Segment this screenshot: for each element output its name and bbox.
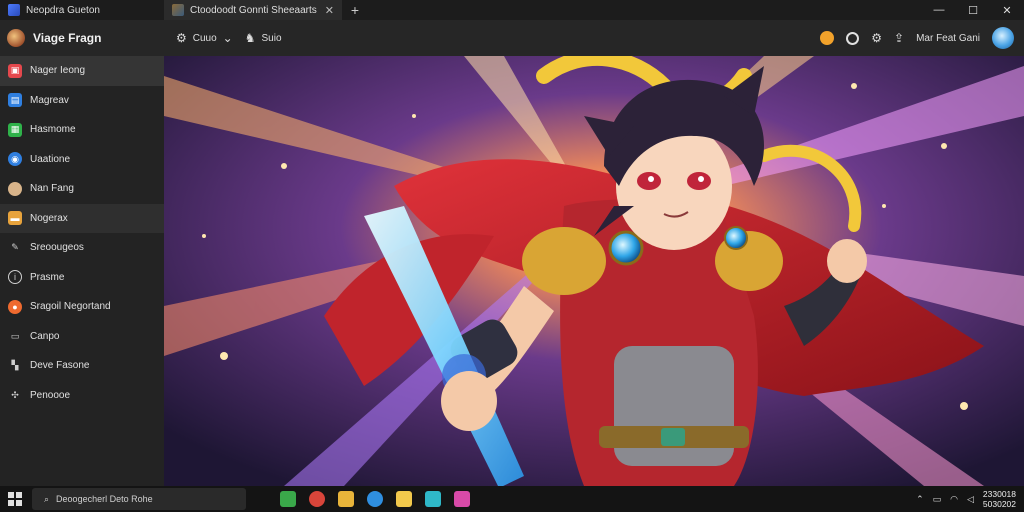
settings-icon[interactable]: ⚙	[871, 31, 882, 45]
account-label[interactable]: Mar Feat Gani	[916, 33, 980, 44]
minimize-button[interactable]: —	[922, 0, 956, 20]
profile-avatar-icon	[7, 29, 25, 47]
explorer-icon[interactable]	[280, 491, 296, 507]
tab-active[interactable]: Ctoodoodt Gonnti Sheeaarts ✕	[164, 0, 342, 20]
search-icon: ⌕	[44, 493, 50, 504]
coin-icon[interactable]	[820, 31, 835, 45]
sidebar-item-label: Sragoil Negortand	[30, 301, 111, 313]
taskbar: ⌕ Deoogecherl Deto Rohe ⌃ ▭ ◠ ◁ 2330018 …	[0, 486, 1024, 512]
sidebar-item-label: Penoooe	[30, 389, 71, 401]
app-title: Neopdra Gueton	[26, 4, 100, 16]
battery-icon[interactable]: ▭	[933, 494, 942, 505]
sidebar-item-label: Hasmome	[30, 124, 76, 136]
user-avatar[interactable]	[992, 27, 1014, 49]
share-icon[interactable]: ⇪	[894, 31, 904, 45]
gallery-icon: ▤	[8, 93, 22, 108]
store-icon[interactable]	[425, 491, 441, 507]
clock-time: 2330018	[982, 489, 1016, 499]
record-icon: ●	[8, 299, 22, 314]
windows-icon	[8, 492, 22, 506]
tool-dropdown-label: Cuuo	[192, 32, 217, 44]
title-bar: Neopdra Gueton Ctoodoodt Gonnti Sheeaart…	[0, 0, 1024, 20]
window-controls: — ☐ ✕	[922, 0, 1024, 20]
sidebar-item-8[interactable]: ● Sragoil Negortand	[0, 292, 164, 322]
sidebar-item-5[interactable]: ▬ Nogerax	[0, 203, 164, 233]
tab-favicon-icon	[172, 4, 184, 16]
sidebar-item-10[interactable]: ▚ Deve Fasone	[0, 351, 164, 381]
taskbar-apps	[280, 491, 470, 507]
sidebar-item-label: Nogerax	[30, 212, 68, 224]
suite-label: Suio	[261, 32, 282, 44]
info-icon: i	[8, 270, 22, 285]
sidebar-item-4[interactable]: Nan Fang	[0, 174, 164, 204]
folder-icon: ▬	[8, 211, 22, 226]
photos-icon[interactable]	[454, 491, 470, 507]
brush-icon: ✎	[11, 242, 19, 253]
hero-artwork	[164, 56, 1024, 486]
tool-dropdown-button[interactable]: ⚙ Cuuo ⌄	[176, 31, 233, 45]
search-text: Deoogecherl Deto Rohe	[56, 494, 153, 504]
sidebar-item-label: Magreav	[30, 94, 69, 106]
toolbar: Viage Fragn ⚙ Cuuo ⌄ ♞ Suio ⚙ ⇪ Mar Feat…	[0, 20, 1024, 56]
app-title-area: Neopdra Gueton	[0, 0, 164, 20]
profile-switcher[interactable]: Viage Fragn	[0, 29, 164, 47]
sidebar-item-3[interactable]: ◉ Uaatione	[0, 145, 164, 175]
new-tab-button[interactable]: +	[342, 2, 368, 18]
sidebar-item-label: Uaatione	[30, 153, 71, 165]
media-player-icon[interactable]	[309, 491, 325, 507]
sidebar-item-9[interactable]: ▭ Canpo	[0, 322, 164, 352]
browser-icon[interactable]	[367, 491, 383, 507]
sidebar-item-label: Nager Ieong	[30, 65, 86, 77]
files-icon[interactable]	[396, 491, 412, 507]
chevron-up-icon[interactable]: ⌃	[916, 494, 924, 505]
image-icon: ▣	[8, 63, 22, 78]
clock-date: 5030202	[982, 499, 1016, 509]
chevron-down-icon: ⌄	[222, 31, 233, 45]
tab-close-icon[interactable]: ✕	[325, 4, 334, 17]
avatar-icon	[8, 181, 22, 196]
chat-icon: ▭	[10, 330, 20, 341]
clock[interactable]: 2330018 5030202	[983, 489, 1016, 509]
sidebar-item-7[interactable]: i Prasme	[0, 263, 164, 293]
taskbar-search[interactable]: ⌕ Deoogecherl Deto Rohe	[32, 488, 246, 510]
suite-button[interactable]: ♞ Suio	[245, 31, 282, 45]
sidebar-item-0[interactable]: ▣ Nager Ieong	[0, 56, 164, 86]
toolbar-right: ⚙ ⇪ Mar Feat Gani	[820, 27, 1024, 49]
gear-icon: ⚙	[176, 31, 187, 45]
tab-title: Ctoodoodt Gonnti Sheeaarts	[190, 4, 317, 16]
sidebar-item-label: Canpo	[30, 330, 60, 342]
sidebar-item-2[interactable]: ▦ Hasmome	[0, 115, 164, 145]
status-ring-icon[interactable]	[846, 31, 860, 45]
anime-hero-illustration	[164, 56, 1024, 486]
close-button[interactable]: ✕	[990, 0, 1024, 20]
sidebar-item-label: Prasme	[30, 271, 65, 283]
sidebar-item-11[interactable]: ✣ Penoooe	[0, 381, 164, 411]
sidebar-item-label: Deve Fasone	[30, 360, 90, 372]
profile-name: Viage Fragn	[33, 31, 102, 45]
sidebar-item-label: Sreoougeos	[30, 242, 84, 254]
globe-icon: ◉	[8, 152, 22, 167]
sidebar-item-1[interactable]: ▤ Magreav	[0, 86, 164, 116]
sidebar: ▣ Nager Ieong ▤ Magreav ▦ Hasmome ◉ Uaat…	[0, 56, 164, 486]
system-tray: ⌃ ▭ ◠ ◁ 2330018 5030202	[916, 489, 1024, 509]
sidebar-item-label: Nan Fang	[30, 183, 74, 195]
apps-icon: ▚	[11, 360, 19, 371]
app-logo-icon	[8, 4, 20, 16]
sidebar-item-6[interactable]: ✎ Sreoougeos	[0, 233, 164, 263]
maximize-button[interactable]: ☐	[956, 0, 990, 20]
character-icon: ♞	[244, 31, 256, 45]
folder-app-icon[interactable]	[338, 491, 354, 507]
network-icon: ✣	[11, 389, 19, 400]
grid-icon: ▦	[8, 122, 22, 137]
start-button[interactable]	[0, 492, 30, 506]
wifi-icon[interactable]: ◠	[950, 494, 958, 505]
volume-icon[interactable]: ◁	[967, 494, 974, 505]
